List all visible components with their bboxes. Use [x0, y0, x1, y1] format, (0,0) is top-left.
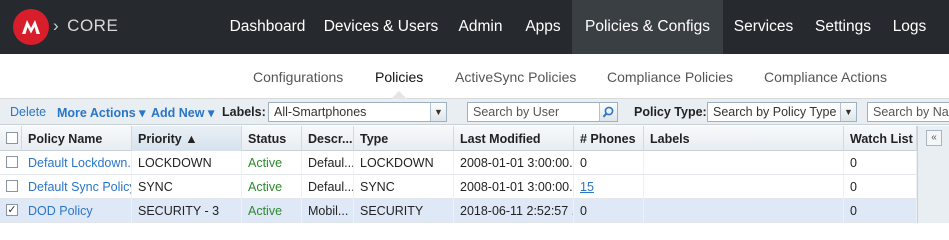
tab-activesync-policies[interactable]: ActiveSync Policies	[455, 69, 576, 85]
policy-type-select[interactable]: Search by Policy Type ▼	[707, 102, 857, 122]
policy-type-placeholder: Search by Policy Type	[713, 105, 837, 119]
breadcrumb-chevron-icon: ›	[53, 16, 60, 35]
policy-name-link[interactable]: Default Sync Policy	[22, 175, 132, 199]
policy-name-link[interactable]: DOD Policy	[22, 199, 132, 223]
policy-name-link[interactable]: Default Lockdown...	[22, 151, 132, 175]
nav-devices-users[interactable]: Devices & Users	[315, 0, 447, 54]
phones-cell: 0	[574, 199, 644, 223]
phones-link[interactable]: 15	[574, 175, 644, 199]
labels-select[interactable]: All-Smartphones ▼	[268, 102, 447, 122]
phones-cell: 0	[574, 151, 644, 175]
description-cell: Defaul...	[302, 175, 354, 199]
expand-panel-icon[interactable]: «	[926, 130, 942, 146]
details-side-panel: «	[917, 126, 949, 223]
row-checkbox[interactable]: ✓	[6, 204, 18, 216]
chevron-down-icon[interactable]: ▼	[840, 103, 856, 121]
col-priority[interactable]: Priority ▲	[132, 126, 242, 151]
nav-apps[interactable]: Apps	[514, 0, 572, 54]
type-cell: LOCKDOWN	[354, 151, 454, 175]
grid-toolbar: Delete More Actions ▾ Add New ▾ Labels: …	[0, 99, 949, 125]
search-user-placeholder: Search by User	[473, 105, 560, 119]
search-user-input[interactable]: Search by User	[467, 102, 618, 122]
search-name-input[interactable]: Search by Nam	[867, 102, 949, 122]
row-checkbox[interactable]	[6, 156, 18, 168]
nav-settings[interactable]: Settings	[804, 0, 882, 54]
policy-type-label: Policy Type:	[634, 105, 707, 119]
type-cell: SECURITY	[354, 199, 454, 223]
nav-admin[interactable]: Admin	[447, 0, 514, 54]
search-icon[interactable]	[599, 103, 617, 121]
description-cell: Defaul...	[302, 151, 354, 175]
nav-logs[interactable]: Logs	[882, 0, 937, 54]
add-new-button[interactable]: Add New ▾	[151, 105, 214, 120]
tab-configurations[interactable]: Configurations	[253, 69, 343, 85]
active-tab-pointer-icon	[391, 91, 407, 99]
labels-cell	[644, 199, 844, 223]
priority-cell: LOCKDOWN	[132, 151, 242, 175]
col-type[interactable]: Type	[354, 126, 454, 151]
sub-nav: Configurations Policies ActiveSync Polic…	[0, 54, 949, 99]
row-checkbox[interactable]	[6, 180, 18, 192]
brand-title: › CORE	[53, 16, 118, 36]
brand-logo-icon[interactable]	[13, 9, 49, 45]
search-name-placeholder: Search by Nam	[873, 105, 949, 119]
grid-header: Policy Name Priority ▲ Status Descr... T…	[0, 126, 917, 151]
last-modified-cell: 2018-06-11 2:52:57 ...	[454, 199, 574, 223]
nav-policies-configs[interactable]: Policies & Configs	[572, 0, 723, 54]
status-cell: Active	[242, 199, 302, 223]
chevron-down-icon[interactable]: ▼	[430, 103, 446, 121]
type-cell: SYNC	[354, 175, 454, 199]
more-actions-button[interactable]: More Actions ▾	[57, 105, 145, 120]
delete-button[interactable]: Delete	[10, 105, 46, 119]
watch-list-cell: 0	[844, 199, 917, 223]
col-watch-list[interactable]: Watch List	[844, 126, 917, 151]
table-row[interactable]: Default Lockdown... LOCKDOWN Active Defa…	[0, 151, 917, 175]
last-modified-cell: 2008-01-01 3:00:00...	[454, 175, 574, 199]
brand-name: CORE	[67, 16, 119, 35]
labels-label: Labels:	[222, 105, 266, 119]
description-cell: Mobil...	[302, 199, 354, 223]
status-cell: Active	[242, 175, 302, 199]
col-policy-name[interactable]: Policy Name	[22, 126, 132, 151]
tab-policies[interactable]: Policies	[375, 69, 423, 85]
priority-cell: SECURITY - 3	[132, 199, 242, 223]
labels-cell	[644, 175, 844, 199]
tab-compliance-actions[interactable]: Compliance Actions	[764, 69, 887, 85]
labels-select-value: All-Smartphones	[274, 105, 367, 119]
select-all-cell	[0, 126, 22, 151]
col-phones[interactable]: # Phones	[574, 126, 644, 151]
table-row[interactable]: Default Sync Policy SYNC Active Defaul..…	[0, 175, 917, 199]
labels-cell	[644, 151, 844, 175]
priority-cell: SYNC	[132, 175, 242, 199]
nav-services[interactable]: Services	[723, 0, 804, 54]
select-all-checkbox[interactable]	[6, 132, 18, 144]
col-status[interactable]: Status	[242, 126, 302, 151]
tab-compliance-policies[interactable]: Compliance Policies	[607, 69, 733, 85]
nav-dashboard[interactable]: Dashboard	[220, 0, 315, 54]
table-row-selected[interactable]: ✓ DOD Policy SECURITY - 3 Active Mobil..…	[0, 199, 917, 223]
col-last-modified[interactable]: Last Modified	[454, 126, 574, 151]
last-modified-cell: 2008-01-01 3:00:00...	[454, 151, 574, 175]
watch-list-cell: 0	[844, 175, 917, 199]
status-cell: Active	[242, 151, 302, 175]
col-description[interactable]: Descr...	[302, 126, 354, 151]
watch-list-cell: 0	[844, 151, 917, 175]
col-labels[interactable]: Labels	[644, 126, 844, 151]
top-nav-bar: › CORE Dashboard Devices & Users Admin Ap…	[0, 0, 949, 54]
